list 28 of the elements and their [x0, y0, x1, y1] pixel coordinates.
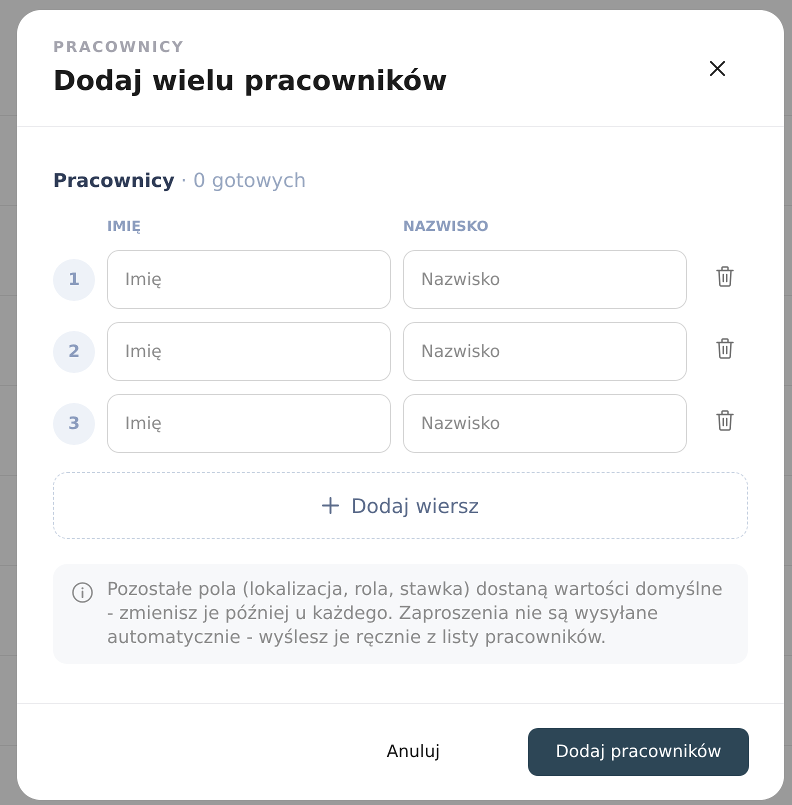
info-icon [72, 582, 93, 603]
section-title: Pracownicy [53, 169, 175, 193]
row-number: 2 [53, 330, 95, 372]
cancel-button[interactable]: Anuluj [370, 728, 456, 776]
column-header: NAZWISKO [403, 219, 490, 235]
first-name-field[interactable]: Imię [107, 250, 391, 309]
delete-row-button[interactable] [714, 409, 734, 432]
row-number: 3 [53, 402, 95, 444]
trash-icon [716, 338, 734, 359]
last-name-field[interactable]: Nazwisko [403, 322, 687, 381]
dialog-title: Dodaj wielu pracowników [53, 64, 448, 98]
add-employees-button[interactable]: Dodaj pracowników [528, 728, 749, 776]
add-row-button[interactable]: Dodaj wiersz [53, 472, 748, 539]
last-name-field[interactable]: Nazwisko [403, 250, 687, 309]
first-name-field[interactable]: Imię [107, 394, 391, 453]
delete-row-button[interactable] [714, 337, 734, 360]
ready-count: · 0 gotowych [180, 169, 306, 193]
info-text: Pozostałe pola (lokalizacja, rola, stawka) dostaną wartości domyślne - zmienisz je później u każdego. Zaproszenia nie są wysyłane automatycznie - wyślesz je ręcznie z listy pracowników. [107, 578, 724, 650]
close-icon [710, 60, 724, 76]
first-name-field[interactable]: Imię [107, 322, 391, 381]
plus-icon [322, 497, 340, 514]
trash-icon [716, 410, 734, 431]
dialog-eyebrow: PRACOWNICY [53, 38, 186, 56]
last-name-field[interactable]: Nazwisko [403, 394, 687, 453]
delete-row-button[interactable] [714, 265, 734, 288]
column-header: IMIĘ [107, 219, 142, 235]
trash-icon [716, 266, 734, 287]
row-number: 1 [53, 258, 95, 300]
